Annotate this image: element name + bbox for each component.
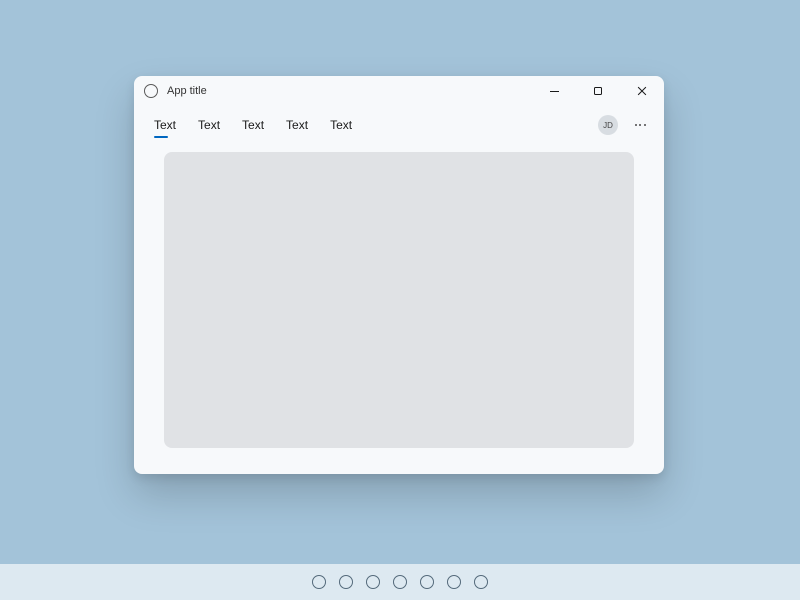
user-avatar[interactable]: JD: [598, 115, 618, 135]
maximize-button[interactable]: [576, 76, 620, 106]
titlebar: App title: [134, 76, 664, 106]
taskbar-item-5[interactable]: [447, 575, 461, 589]
ellipsis-icon: [635, 124, 637, 126]
taskbar-item-3[interactable]: [393, 575, 407, 589]
app-icon: [144, 84, 158, 98]
taskbar-item-0[interactable]: [312, 575, 326, 589]
tab-3[interactable]: Text: [276, 111, 320, 139]
window-title: App title: [167, 85, 532, 97]
tab-2[interactable]: Text: [232, 111, 276, 139]
avatar-initials: JD: [603, 121, 613, 130]
more-button[interactable]: [628, 113, 652, 137]
tab-4[interactable]: Text: [320, 111, 364, 139]
content-placeholder: [164, 152, 634, 448]
tab-label: Text: [198, 118, 220, 132]
content-area: [134, 144, 664, 474]
taskbar-item-6[interactable]: [474, 575, 488, 589]
tab-bar: Text Text Text Text Text JD: [134, 106, 664, 144]
tab-label: Text: [330, 118, 352, 132]
tab-label: Text: [242, 118, 264, 132]
close-button[interactable]: [620, 76, 664, 106]
tabbar-right: JD: [598, 113, 652, 137]
taskbar-item-4[interactable]: [420, 575, 434, 589]
tab-list: Text Text Text Text Text: [144, 111, 364, 139]
ellipsis-icon: [639, 124, 641, 126]
tab-1[interactable]: Text: [188, 111, 232, 139]
taskbar-item-1[interactable]: [339, 575, 353, 589]
ellipsis-icon: [644, 124, 646, 126]
taskbar: [0, 564, 800, 600]
tab-0[interactable]: Text: [144, 111, 188, 139]
minimize-button[interactable]: [532, 76, 576, 106]
tab-label: Text: [286, 118, 308, 132]
caption-controls: [532, 76, 664, 106]
minimize-icon: [550, 91, 559, 92]
taskbar-item-2[interactable]: [366, 575, 380, 589]
app-window: App title Text Text Text Text Text JD: [134, 76, 664, 474]
tab-label: Text: [154, 118, 176, 132]
close-icon: [637, 86, 647, 96]
maximize-icon: [594, 87, 602, 95]
